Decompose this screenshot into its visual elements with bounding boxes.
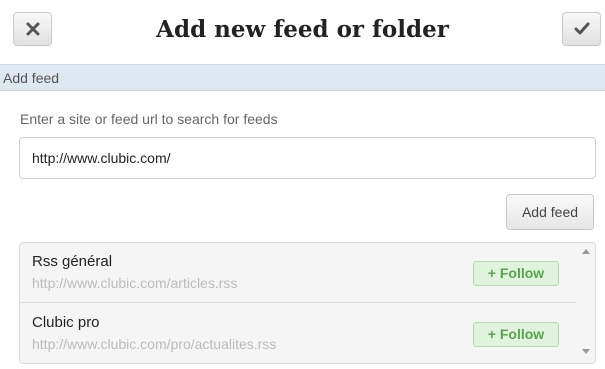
feed-url: http://www.clubic.com/pro/actualites.rss bbox=[32, 336, 277, 352]
dialog-title: Add new feed or folder bbox=[156, 16, 449, 43]
scroll-up-arrow-icon[interactable] bbox=[582, 249, 590, 254]
follow-button[interactable]: + Follow bbox=[473, 261, 559, 286]
url-hint-label: Enter a site or feed url to search for f… bbox=[20, 111, 278, 127]
add-feed-button[interactable]: Add feed bbox=[506, 194, 594, 230]
results-scrollbar[interactable] bbox=[578, 243, 595, 363]
dialog-header: Add new feed or folder bbox=[0, 0, 605, 52]
feed-results-list: Rss général http://www.clubic.com/articl… bbox=[19, 242, 596, 364]
feed-url-input[interactable] bbox=[19, 137, 596, 179]
follow-button[interactable]: + Follow bbox=[473, 322, 559, 347]
section-label: Add feed bbox=[3, 70, 60, 86]
confirm-button[interactable] bbox=[562, 12, 601, 46]
feed-name: Rss général bbox=[32, 253, 113, 270]
add-feed-section-bar: Add feed bbox=[0, 64, 605, 91]
feed-url: http://www.clubic.com/articles.rss bbox=[32, 275, 238, 291]
feed-name: Clubic pro bbox=[32, 314, 100, 331]
checkmark-icon bbox=[574, 22, 589, 35]
list-item: Clubic pro http://www.clubic.com/pro/act… bbox=[20, 304, 576, 363]
scroll-down-arrow-icon[interactable] bbox=[582, 349, 590, 354]
list-item: Rss général http://www.clubic.com/articl… bbox=[20, 243, 576, 303]
